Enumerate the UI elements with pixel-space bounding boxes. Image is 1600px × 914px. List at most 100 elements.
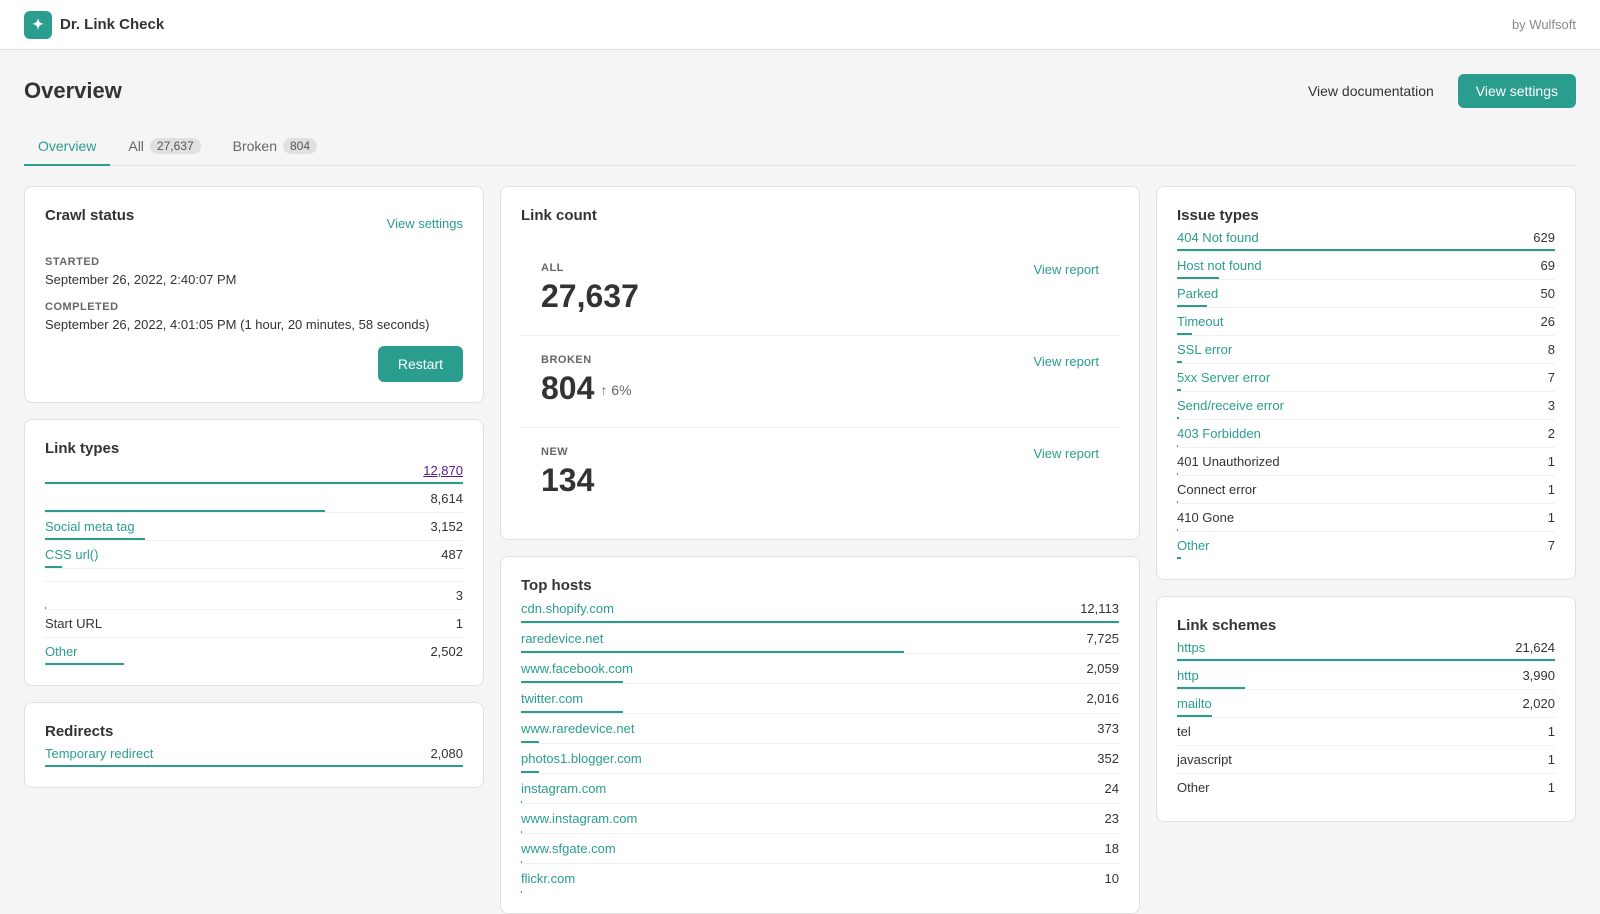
link-type-row: Start URL 1 <box>45 610 463 638</box>
issue-name[interactable]: SSL error <box>1177 342 1232 357</box>
issue-row: 5xx Server error 7 <box>1177 364 1555 392</box>
tabs: Overview All 27,637 Broken 804 <box>24 128 1576 166</box>
tab-broken-label: Broken <box>233 138 277 154</box>
issue-name[interactable]: 403 Forbidden <box>1177 426 1261 441</box>
issue-count: 26 <box>1541 314 1555 329</box>
link-type-row: 3 <box>45 582 463 610</box>
issue-name[interactable]: Parked <box>1177 286 1218 301</box>
restart-button[interactable]: Restart <box>378 346 463 382</box>
link-type-count: 12,870 <box>423 463 463 478</box>
new-value: 134 <box>541 462 1099 499</box>
link-count-broken-section: BROKEN View report 804 ↑ 6% <box>521 336 1119 428</box>
top-hosts-card: Top hosts cdn.shopify.com 12,113 raredev… <box>500 556 1140 914</box>
issue-types-title: Issue types <box>1177 207 1259 224</box>
scheme-name[interactable]: http <box>1177 668 1199 683</box>
link-type-name[interactable]: Social meta tag <box>45 519 135 534</box>
link-type-name[interactable]: Other <box>45 644 78 659</box>
top-hosts-title: Top hosts <box>521 577 592 594</box>
host-name[interactable]: twitter.com <box>521 691 583 706</box>
issue-name[interactable]: Other <box>1177 538 1210 553</box>
issue-name[interactable]: 404 Not found <box>1177 230 1259 245</box>
header: ✦ Dr. Link Check by Wulfsoft <box>0 0 1600 50</box>
scheme-row: http 3,990 <box>1177 662 1555 690</box>
completed-value: September 26, 2022, 4:01:05 PM (1 hour, … <box>45 317 463 332</box>
crawl-view-settings-link[interactable]: View settings <box>387 216 463 231</box>
new-label: NEW <box>541 446 568 458</box>
all-value: 27,637 <box>541 278 1099 315</box>
scheme-name[interactable]: https <box>1177 640 1205 655</box>
host-count: 373 <box>1097 721 1119 736</box>
scheme-row: https 21,624 <box>1177 634 1555 662</box>
scheme-name: javascript <box>1177 752 1232 767</box>
host-row: raredevice.net 7,725 <box>521 624 1119 654</box>
link-type-count: 487 <box>441 547 463 562</box>
app-title: Dr. Link Check <box>60 16 164 33</box>
scheme-count: 1 <box>1548 724 1555 739</box>
tab-all[interactable]: All 27,637 <box>114 128 214 166</box>
host-name[interactable]: www.facebook.com <box>521 661 633 676</box>
page-title-row: Overview View documentation View setting… <box>24 74 1576 108</box>
host-name[interactable]: photos1.blogger.com <box>521 751 642 766</box>
issue-row: Timeout 26 <box>1177 308 1555 336</box>
issue-count: 1 <box>1548 510 1555 525</box>
tab-overview[interactable]: Overview <box>24 128 110 166</box>
header-by: by Wulfsoft <box>1512 17 1576 32</box>
issue-count: 8 <box>1548 342 1555 357</box>
link-count-new-section: NEW View report 134 <box>521 428 1119 519</box>
link-type-name[interactable]: CSS url() <box>45 547 98 562</box>
logo-icon: ✦ <box>24 11 52 39</box>
issue-count: 7 <box>1548 538 1555 553</box>
scheme-name[interactable]: mailto <box>1177 696 1212 711</box>
link-type-row: </span> <span data-name="link-type-count… <box>45 569 463 582</box>
issue-row: Connect error 1 <box>1177 476 1555 504</box>
issue-count: 3 <box>1548 398 1555 413</box>
redirect-name[interactable]: Temporary redirect <box>45 746 153 761</box>
new-view-report-link[interactable]: View report <box>1033 446 1099 461</box>
main-content: Overview View documentation View setting… <box>0 50 1600 914</box>
link-types-list: 12,870 8,614 Social meta tag 3,152 CSS u… <box>45 457 463 665</box>
host-name[interactable]: instagram.com <box>521 781 606 796</box>
issue-count: 50 <box>1541 286 1555 301</box>
link-type-row: 8,614 <box>45 485 463 513</box>
completed-label: COMPLETED <box>45 301 463 313</box>
issue-row: 410 Gone 1 <box>1177 504 1555 532</box>
view-settings-button[interactable]: View settings <box>1458 74 1576 108</box>
redirect-count: 2,080 <box>430 746 463 761</box>
host-count: 2,059 <box>1086 661 1119 676</box>
link-count-all-section: ALL View report 27,637 <box>521 244 1119 336</box>
host-name[interactable]: flickr.com <box>521 871 575 886</box>
link-types-title: Link types <box>45 440 119 457</box>
left-column: Crawl status View settings STARTED Septe… <box>24 186 484 788</box>
broken-pct: ↑ 6% <box>600 382 631 398</box>
view-documentation-button[interactable]: View documentation <box>1296 75 1446 107</box>
tab-broken[interactable]: Broken 804 <box>219 128 331 166</box>
issue-count: 1 <box>1548 454 1555 469</box>
broken-view-report-link[interactable]: View report <box>1033 354 1099 369</box>
started-value: September 26, 2022, 2:40:07 PM <box>45 272 463 287</box>
issue-count: 2 <box>1548 426 1555 441</box>
scheme-count: 21,624 <box>1515 640 1555 655</box>
host-count: 2,016 <box>1086 691 1119 706</box>
redirects-title: Redirects <box>45 723 113 740</box>
issue-name[interactable]: 5xx Server error <box>1177 370 1270 385</box>
link-type-row: CSS url() 487 <box>45 541 463 569</box>
issue-name[interactable]: Host not found <box>1177 258 1262 273</box>
scheme-count: 3,990 <box>1522 668 1555 683</box>
host-name[interactable]: www.sfgate.com <box>521 841 616 856</box>
host-name[interactable]: www.instagram.com <box>521 811 637 826</box>
crawl-status-card: Crawl status View settings STARTED Septe… <box>24 186 484 403</box>
broken-value: 804 <box>541 370 594 407</box>
scheme-count: 1 <box>1548 780 1555 795</box>
host-row: www.instagram.com 23 <box>521 804 1119 834</box>
all-view-report-link[interactable]: View report <box>1033 262 1099 277</box>
host-name[interactable]: cdn.shopify.com <box>521 601 614 616</box>
issue-name[interactable]: Timeout <box>1177 314 1223 329</box>
host-name[interactable]: raredevice.net <box>521 631 603 646</box>
link-schemes-card: Link schemes https 21,624 http 3,990 mai… <box>1156 596 1576 822</box>
host-name[interactable]: www.raredevice.net <box>521 721 634 736</box>
issue-name: 410 Gone <box>1177 510 1234 525</box>
issue-name: Connect error <box>1177 482 1256 497</box>
link-types-card: Link types 12,870 8,614 Social meta tag … <box>24 419 484 686</box>
issue-name[interactable]: Send/receive error <box>1177 398 1284 413</box>
host-row: photos1.blogger.com 352 <box>521 744 1119 774</box>
